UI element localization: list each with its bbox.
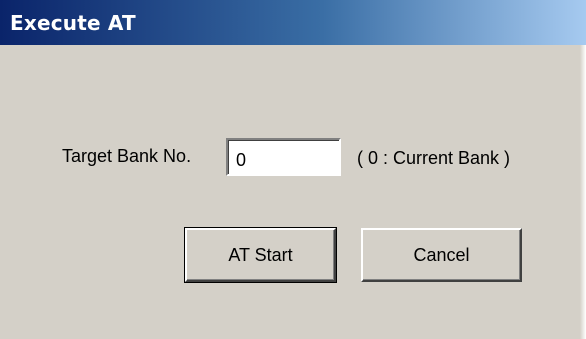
window-title: Execute AT [10,10,136,35]
execute-at-dialog: Execute AT Target Bank No. ( 0 : Current… [0,0,586,339]
at-start-button-label: AT Start [228,244,293,265]
target-bank-input[interactable] [226,138,341,176]
title-bar[interactable]: Execute AT [0,0,586,45]
window-edge [580,45,586,339]
cancel-button-label: Cancel [413,244,470,265]
at-start-button[interactable]: AT Start [184,227,337,283]
target-bank-label: Target Bank No. [62,146,192,166]
current-bank-hint: ( 0 : Current Bank ) [357,148,511,168]
cancel-button[interactable]: Cancel [361,228,522,282]
